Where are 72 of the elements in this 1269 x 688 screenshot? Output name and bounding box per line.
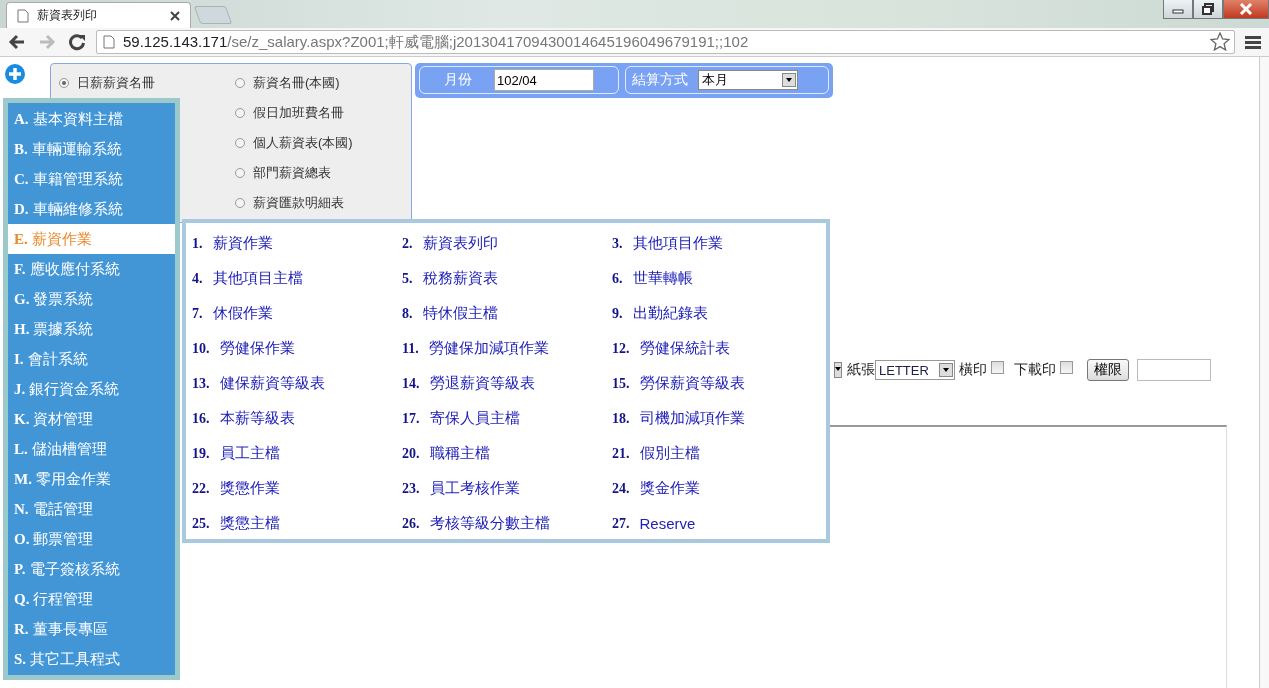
- submenu-item[interactable]: 11. 勞健保加減項作業: [402, 331, 612, 366]
- submenu-item[interactable]: 9. 出勤紀錄表: [612, 296, 832, 331]
- browser-tab[interactable]: 薪資表列印: [6, 2, 191, 28]
- submenu-item[interactable]: 20. 職稱主檔: [402, 436, 612, 471]
- radio-button[interactable]: [235, 168, 245, 178]
- radio-button[interactable]: [59, 78, 69, 88]
- submenu-item[interactable]: 16. 本薪等級表: [192, 401, 402, 436]
- restore-icon: [1202, 3, 1214, 15]
- radio-button[interactable]: [235, 108, 245, 118]
- submenu-item[interactable]: 21. 假別主檔: [612, 436, 832, 471]
- radio-button[interactable]: [235, 138, 245, 148]
- submenu-item[interactable]: 10. 勞健保作業: [192, 331, 402, 366]
- checkbox[interactable]: [1060, 360, 1073, 374]
- radio-label: 個人薪資表(本國): [253, 134, 353, 152]
- submenu-item[interactable]: 13. 健保薪資等級表: [192, 366, 402, 401]
- paper-dropdown[interactable]: LETTER: [875, 360, 955, 380]
- back-icon[interactable]: [8, 34, 26, 50]
- submenu-item[interactable]: 18. 司機加減項作業: [612, 401, 832, 436]
- radio-label: 假日加班費名冊: [253, 104, 344, 122]
- submenu-item[interactable]: 3. 其他項目作業: [612, 226, 832, 261]
- url-text: 59.125.143.171/se/z_salary.aspx?Z001;軒威電腦;j2013041709430014645196049679191;;102: [123, 32, 750, 52]
- radio-label: 薪資匯款明細表: [253, 194, 344, 212]
- caret-icon: [782, 73, 796, 87]
- submenu-item[interactable]: 24. 獎金作業: [612, 471, 832, 506]
- add-icon[interactable]: [4, 63, 26, 85]
- close-button[interactable]: [1223, 0, 1269, 19]
- submenu-item[interactable]: 26. 考核等級分數主檔: [402, 506, 612, 541]
- submenu-item[interactable]: 7. 休假作業: [192, 296, 402, 331]
- address-bar[interactable]: 59.125.143.171/se/z_salary.aspx?Z001;軒威電腦;j2013041709430014645196049679191;;102: [96, 30, 1235, 54]
- submenu-item[interactable]: 2. 薪資表列印: [402, 226, 612, 261]
- minimize-button[interactable]: [1163, 0, 1193, 19]
- submenu-item[interactable]: 17. 寄保人員主檔: [402, 401, 612, 436]
- month-field[interactable]: 102/04: [494, 69, 594, 91]
- radio-label: 日薪薪資名冊: [77, 74, 155, 92]
- input-field[interactable]: [1137, 359, 1211, 381]
- submenu-item[interactable]: 23. 員工考核作業: [402, 471, 612, 506]
- field-label: 月份: [444, 71, 472, 89]
- submenu-item[interactable]: 25. 獎懲主檔: [192, 506, 402, 541]
- checkbox-label: 橫印: [959, 361, 987, 379]
- page-icon: [17, 8, 29, 23]
- field-label: 結算方式: [632, 71, 688, 89]
- radio-label: 部門薪資總表: [253, 164, 331, 182]
- submenu-item[interactable]: 15. 勞保薪資等級表: [612, 366, 832, 401]
- checkbox-label: 下載印: [1014, 361, 1056, 379]
- checkbox[interactable]: [991, 360, 1004, 374]
- close-icon[interactable]: [170, 10, 180, 21]
- submenu-item[interactable]: 14. 勞退薪資等級表: [402, 366, 612, 401]
- submenu-item[interactable]: 6. 世華轉帳: [612, 261, 832, 296]
- radio-label: 薪資名冊(本國): [253, 74, 340, 92]
- menu-icon[interactable]: [1245, 35, 1261, 49]
- submenu-item[interactable]: 19. 員工主檔: [192, 436, 402, 471]
- submenu-item[interactable]: 22. 獎懲作業: [192, 471, 402, 506]
- submenu-item[interactable]: 4. 其他項目主檔: [192, 261, 402, 296]
- caret-icon: [939, 363, 953, 377]
- submenu-item[interactable]: 8. 特休假主檔: [402, 296, 612, 331]
- star-icon[interactable]: [1210, 32, 1230, 52]
- caret-icon[interactable]: [834, 362, 842, 378]
- submenu-item[interactable]: 5. 稅務薪資表: [402, 261, 612, 296]
- permission-button[interactable]: 權限: [1087, 359, 1129, 381]
- submenu-item[interactable]: 27. Reserve: [612, 506, 832, 541]
- submenu-item[interactable]: 12. 勞健保統計表: [612, 331, 832, 366]
- restore-button[interactable]: [1193, 0, 1223, 19]
- page-icon: [103, 35, 115, 49]
- close-icon: [1239, 3, 1253, 15]
- scrollbar[interactable]: [1259, 57, 1269, 688]
- dropdown[interactable]: 本月: [698, 70, 798, 90]
- tab-title: 薪資表列印: [37, 7, 98, 24]
- submenu-item[interactable]: 1. 薪資作業: [192, 226, 402, 261]
- field-label: 紙張: [847, 361, 875, 379]
- radio-button[interactable]: [235, 78, 245, 88]
- reload-icon[interactable]: [68, 33, 86, 51]
- radio-button[interactable]: [235, 198, 245, 208]
